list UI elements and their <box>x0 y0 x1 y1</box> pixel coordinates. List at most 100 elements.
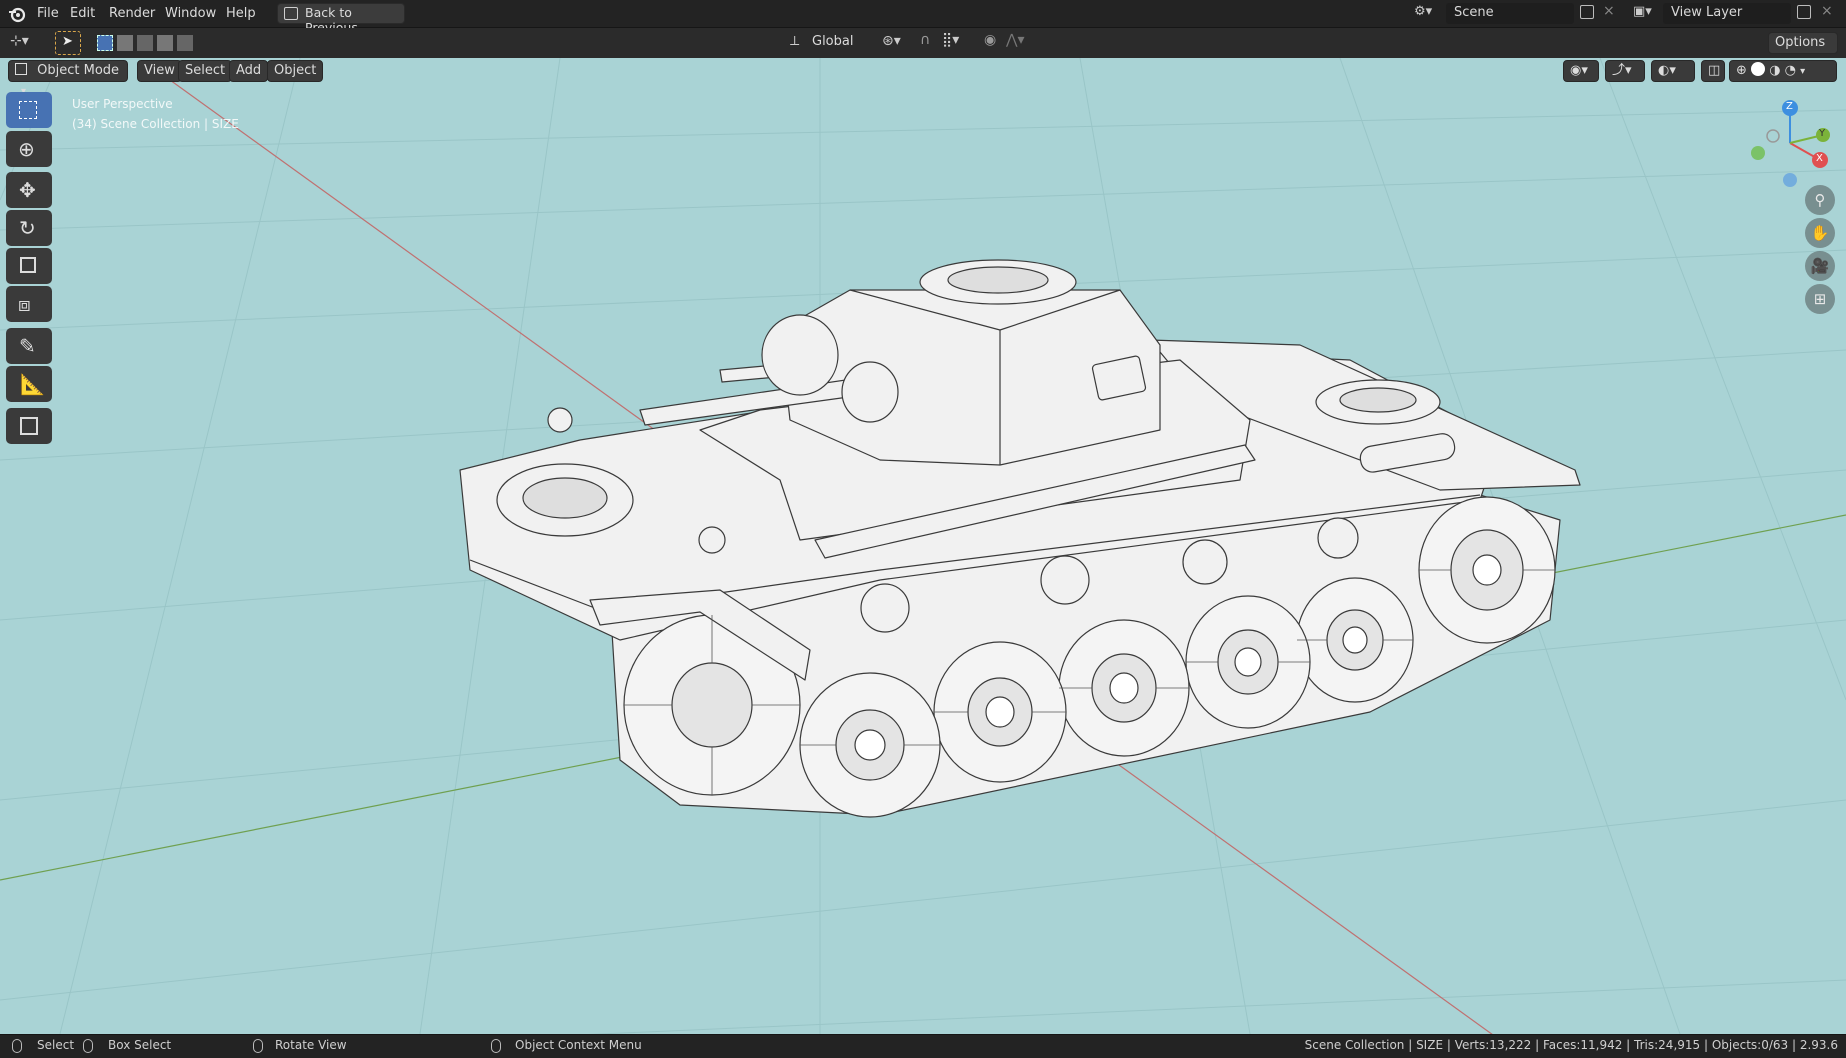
visibility-toggle[interactable]: ◉▾ <box>1563 60 1599 82</box>
active-tool-button[interactable]: ➤ <box>55 31 81 55</box>
select-mode-subtract-icon[interactable] <box>137 35 153 51</box>
gizmo-y-label: Y <box>1819 128 1826 139</box>
back-to-previous-button[interactable]: Back to Previous <box>277 3 405 35</box>
scene-type-icon[interactable]: ⚙▾ <box>1414 4 1442 23</box>
chevron-down-icon: ▾ <box>1800 66 1806 77</box>
object-menu[interactable]: Object <box>267 60 324 82</box>
back-icon <box>284 7 298 20</box>
solid-shading-icon[interactable] <box>1751 62 1766 76</box>
select-mode-extend-icon[interactable] <box>117 35 133 51</box>
pencil-icon: ✎ <box>19 334 36 358</box>
falloff-curve-icon[interactable]: ⋀▾ <box>1006 32 1025 48</box>
object-mode-dropdown[interactable]: Object Mode ▾ <box>8 60 128 97</box>
proportional-editing-icon[interactable]: ◉ <box>984 32 996 48</box>
tool-header: ⊹▾ ➤ ⟂ Global ▾ ⊛▾ ∩ ⣿▾ ◉ ⋀▾ Options ▾ <box>0 28 1846 69</box>
scene-name-label: Scene <box>1454 5 1494 20</box>
material-shading-icon[interactable]: ◑ <box>1769 63 1780 78</box>
snap-magnet-icon[interactable]: ∩ <box>920 32 930 48</box>
editor-type-icon[interactable]: ⊹▾ <box>10 33 29 49</box>
shading-mode-group[interactable]: ⊕ ◑ ◔ ▾ <box>1729 60 1837 82</box>
gizmo-icon: ⤴▾ <box>1612 63 1632 78</box>
add-menu[interactable]: Add <box>229 60 269 82</box>
menu-window[interactable]: Window <box>158 0 223 27</box>
grid-icon: ⊞ <box>1813 290 1827 308</box>
close-scene-icon[interactable]: × <box>1603 3 1615 19</box>
view-menu[interactable]: View <box>137 60 182 82</box>
add-cube-tool[interactable] <box>6 408 52 444</box>
mouse-drag-icon <box>83 1039 93 1053</box>
status-select-label: Select <box>37 1038 75 1052</box>
crosshair-icon: ⊕ <box>18 137 35 161</box>
blender-logo-icon[interactable] <box>8 5 26 23</box>
menu-file[interactable]: File <box>30 0 66 27</box>
perspective-label: User Perspective <box>72 97 173 111</box>
close-view-layer-icon[interactable]: × <box>1821 3 1833 19</box>
camera-view-button[interactable]: 🎥 <box>1805 251 1835 281</box>
select-mode-intersect-icon[interactable] <box>177 35 193 51</box>
xray-icon: ◫ <box>1708 63 1721 78</box>
select-box-tool[interactable] <box>6 92 52 128</box>
overlay-icon: ◐▾ <box>1658 63 1676 78</box>
scene-statistics: Scene Collection | SIZE | Verts:13,222 |… <box>1304 1038 1838 1052</box>
annotate-tool[interactable]: ✎ <box>6 328 52 364</box>
gizmo-toggle[interactable]: ⤴▾ <box>1605 60 1645 82</box>
status-context-menu-label: Object Context Menu <box>515 1038 642 1052</box>
navigation-gizmo[interactable]: Z X Y <box>1745 98 1835 188</box>
orientation-label: Global <box>812 34 854 49</box>
orthographic-toggle-button[interactable]: ⊞ <box>1805 284 1835 314</box>
pan-view-button[interactable]: ✋ <box>1805 218 1835 248</box>
status-bar: Select Box Select Rotate View Object Con… <box>0 1034 1846 1058</box>
select-menu[interactable]: Select <box>178 60 233 82</box>
3d-viewport[interactable]: Object Mode ▾ View Select Add Object ◉▾ … <box>0 58 1846 1034</box>
move-tool[interactable]: ✥ <box>6 172 52 208</box>
select-menu-label: Select <box>185 63 226 78</box>
scale-tool[interactable] <box>6 248 52 284</box>
xray-toggle[interactable]: ◫ <box>1701 60 1725 82</box>
rotate-icon: ↻ <box>19 216 36 240</box>
transform-orientation-dropdown[interactable]: Global ▾ <box>806 32 874 68</box>
add-menu-label: Add <box>236 63 262 78</box>
menu-render[interactable]: Render <box>102 0 162 27</box>
rotate-tool[interactable]: ↻ <box>6 210 52 246</box>
wireframe-shading-icon[interactable]: ⊕ <box>1736 63 1747 78</box>
menu-edit[interactable]: Edit <box>63 0 102 27</box>
add-cube-icon <box>20 417 38 435</box>
ruler-icon: 📐 <box>20 372 45 396</box>
menu-help[interactable]: Help <box>219 0 263 27</box>
pivot-point-icon[interactable]: ⊛▾ <box>882 33 901 49</box>
hand-icon: ✋ <box>1810 224 1830 242</box>
view-layer-field[interactable]: View Layer <box>1663 3 1791 24</box>
rendered-shading-icon[interactable]: ◔ <box>1785 63 1796 78</box>
scale-icon <box>20 257 36 273</box>
viewport-scene <box>0 58 1846 1034</box>
collection-label: (34) Scene Collection | SIZE <box>72 117 239 131</box>
options-dropdown[interactable]: Options ▾ <box>1768 32 1838 69</box>
mouse-left-icon <box>12 1039 22 1053</box>
transform-icon: ⧈ <box>18 292 31 316</box>
move-icon: ✥ <box>19 178 36 202</box>
object-mode-label: Object Mode <box>37 63 120 78</box>
view-layer-label: View Layer <box>1671 5 1743 20</box>
object-menu-label: Object <box>274 63 317 78</box>
options-label: Options <box>1775 35 1826 50</box>
view-menu-label: View <box>144 63 175 78</box>
transform-tool[interactable]: ⧈ <box>6 286 52 322</box>
object-mode-icon <box>15 63 27 75</box>
scene-name-field[interactable]: Scene <box>1446 3 1574 24</box>
select-mode-difference-icon[interactable] <box>157 35 173 51</box>
overlay-toggle[interactable]: ◐▾ <box>1651 60 1695 82</box>
zoom-view-button[interactable]: ⚲ <box>1805 185 1835 215</box>
zoom-icon: ⚲ <box>1814 191 1826 209</box>
view-layer-icon[interactable]: ▣▾ <box>1633 4 1661 23</box>
measure-tool[interactable]: 📐 <box>6 366 52 402</box>
select-mode-new-icon[interactable] <box>97 35 113 51</box>
gizmo-z-label: Z <box>1786 101 1793 112</box>
orientation-icon: ⟂ <box>790 33 800 49</box>
new-view-layer-icon[interactable] <box>1797 5 1811 19</box>
eye-icon: ◉▾ <box>1570 63 1588 78</box>
snap-grid-icon[interactable]: ⣿▾ <box>942 32 959 48</box>
mouse-middle-icon <box>253 1039 263 1053</box>
cursor-tool[interactable]: ⊕ <box>6 131 52 167</box>
viewport-info: User Perspective (34) Scene Collection |… <box>72 94 239 134</box>
new-scene-icon[interactable] <box>1580 5 1594 19</box>
